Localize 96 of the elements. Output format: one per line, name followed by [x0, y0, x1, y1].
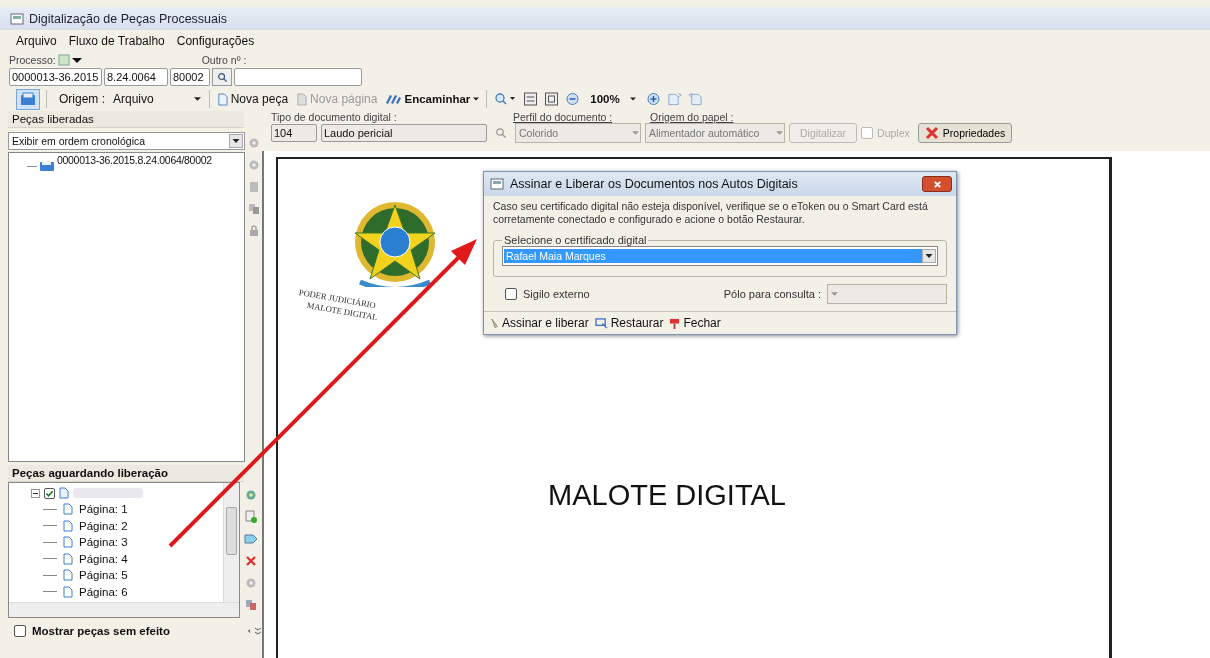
- document-type-code-field[interactable]: 104: [271, 124, 317, 142]
- scan-source-button[interactable]: [16, 88, 40, 110]
- cross-icon: [924, 126, 939, 140]
- caret-icon: [632, 131, 639, 135]
- copy-icon[interactable]: [244, 598, 259, 612]
- horizontal-scrollbar[interactable]: [9, 602, 240, 617]
- panel-header: Peças aguardando liberação: [8, 465, 244, 482]
- restore-button[interactable]: Restaurar: [594, 316, 664, 330]
- zoom-dropdown[interactable]: 100%: [586, 93, 640, 105]
- other-number-field[interactable]: [234, 68, 362, 86]
- order-dropdown[interactable]: Exibir em ordem cronológica: [8, 132, 245, 150]
- sign-button[interactable]: Assinar e liberar: [490, 316, 589, 330]
- folder-icon: [39, 160, 55, 172]
- process-label: Processo:: [9, 53, 56, 66]
- process-suffix-field[interactable]: 80002: [170, 68, 210, 86]
- group-label: Selecione o certificado digital: [503, 234, 648, 246]
- profile-label: Perfil do documento :: [513, 111, 614, 123]
- menu-item[interactable]: Arquivo: [16, 34, 57, 52]
- page-icon: [63, 519, 73, 532]
- copy-icon[interactable]: [246, 202, 261, 216]
- menu-item[interactable]: Configurações: [176, 34, 255, 52]
- document-type-label: Tipo de documento digital :: [271, 111, 398, 123]
- window-icon: [594, 317, 608, 329]
- close-icon: [932, 179, 942, 189]
- vertical-scrollbar[interactable]: [223, 483, 240, 603]
- more-icon[interactable]: [246, 626, 262, 636]
- rotate-left-icon[interactable]: [687, 92, 703, 106]
- profile-dropdown[interactable]: Colorido: [515, 123, 641, 143]
- caret-icon: [473, 97, 480, 101]
- full-page-icon[interactable]: [544, 92, 560, 106]
- tree-item[interactable]: Página: 5: [79, 569, 128, 582]
- dropdown-icon[interactable]: [57, 53, 84, 66]
- new-piece-button[interactable]: Nova peça: [215, 92, 290, 106]
- process-segment-field[interactable]: 8.24.0064: [104, 68, 168, 86]
- search-icon: [494, 92, 517, 106]
- tree-item[interactable]: Página: 2: [79, 519, 128, 532]
- other-number-label: Outro nº :: [201, 53, 247, 66]
- tree-item[interactable]: 0000013-36.2015.8.24.0064/80002: [57, 154, 212, 166]
- page-icon: [63, 503, 73, 516]
- tree-item[interactable]: Página: 4: [79, 552, 128, 565]
- caret-icon: [229, 134, 243, 148]
- scanner-icon: [20, 92, 36, 106]
- caret-icon: [776, 131, 783, 135]
- document-heading: MALOTE DIGITAL: [548, 479, 786, 512]
- stripes-icon: [385, 93, 402, 105]
- checkbox[interactable]: [505, 288, 517, 300]
- properties-button[interactable]: Propriedades: [917, 123, 1013, 143]
- pole-label: Pólo para consulta :: [723, 288, 821, 300]
- window-icon: [10, 11, 24, 26]
- document-type-name-field[interactable]: Laudo pericial: [321, 124, 487, 142]
- tag-icon[interactable]: [244, 532, 259, 546]
- document-icon: [59, 487, 69, 499]
- page-icon: [63, 552, 73, 565]
- checkbox[interactable]: [44, 487, 55, 499]
- caret-icon: [831, 292, 838, 296]
- checkbox-label[interactable]: Sigilo externo: [523, 288, 590, 300]
- collapse-icon[interactable]: [31, 488, 40, 498]
- origin-label: Origem :: [59, 92, 105, 106]
- checkbox-label[interactable]: Mostrar peças sem efeito: [31, 625, 241, 637]
- origin-dropdown[interactable]: Arquivo: [111, 92, 203, 106]
- caret-icon: [629, 97, 636, 101]
- paper-origin-label: Origem do papel :: [650, 111, 734, 123]
- zoom-in-icon[interactable]: [645, 92, 661, 106]
- close-button[interactable]: Fechar: [669, 316, 721, 330]
- close-button[interactable]: [922, 176, 952, 192]
- caret-icon: [193, 97, 201, 101]
- certificate-icon[interactable]: [244, 510, 259, 524]
- zoom-out-icon[interactable]: [565, 92, 581, 106]
- process-number-field[interactable]: 0000013-36.2015: [9, 68, 102, 86]
- document-icon: [296, 92, 308, 106]
- delete-icon[interactable]: [244, 554, 259, 568]
- page-icon: [63, 585, 73, 598]
- page-icon: [63, 536, 73, 549]
- page-icon: [63, 569, 73, 582]
- page-width-icon[interactable]: [523, 92, 539, 106]
- document-icon: [216, 92, 228, 106]
- search-button[interactable]: [212, 68, 232, 86]
- search-icon: [216, 71, 228, 83]
- paper-origin-dropdown[interactable]: Alimentador automático: [645, 123, 785, 143]
- menu-item[interactable]: Fluxo de Trabalho: [68, 34, 165, 52]
- search-button[interactable]: [493, 92, 518, 106]
- caret-icon: [922, 249, 936, 263]
- tree-item[interactable]: Página: 1: [79, 503, 128, 516]
- panel-header: Peças liberadas: [8, 111, 244, 128]
- tree-item[interactable]: Página: 6: [79, 585, 128, 598]
- window-title: Digitalização de Peças Processuais: [29, 11, 228, 26]
- forward-button[interactable]: Encaminhar: [384, 93, 481, 105]
- pen-icon: [490, 317, 499, 329]
- flag-icon: [669, 317, 681, 329]
- dialog-title: Assinar e Liberar os Documentos nos Autos Digitais: [510, 177, 798, 191]
- window-icon: [490, 177, 504, 191]
- info-message: Caso seu certificado digital não esteja disponível, verifique se o eToken ou o Smart Card está corretamente conectado e configurado e acione o botão Restaurar.: [493, 200, 929, 226]
- checkbox[interactable]: [14, 625, 26, 637]
- search-icon[interactable]: [495, 127, 507, 139]
- rotate-right-icon[interactable]: [666, 92, 682, 106]
- tree-item[interactable]: Página: 3: [79, 536, 128, 549]
